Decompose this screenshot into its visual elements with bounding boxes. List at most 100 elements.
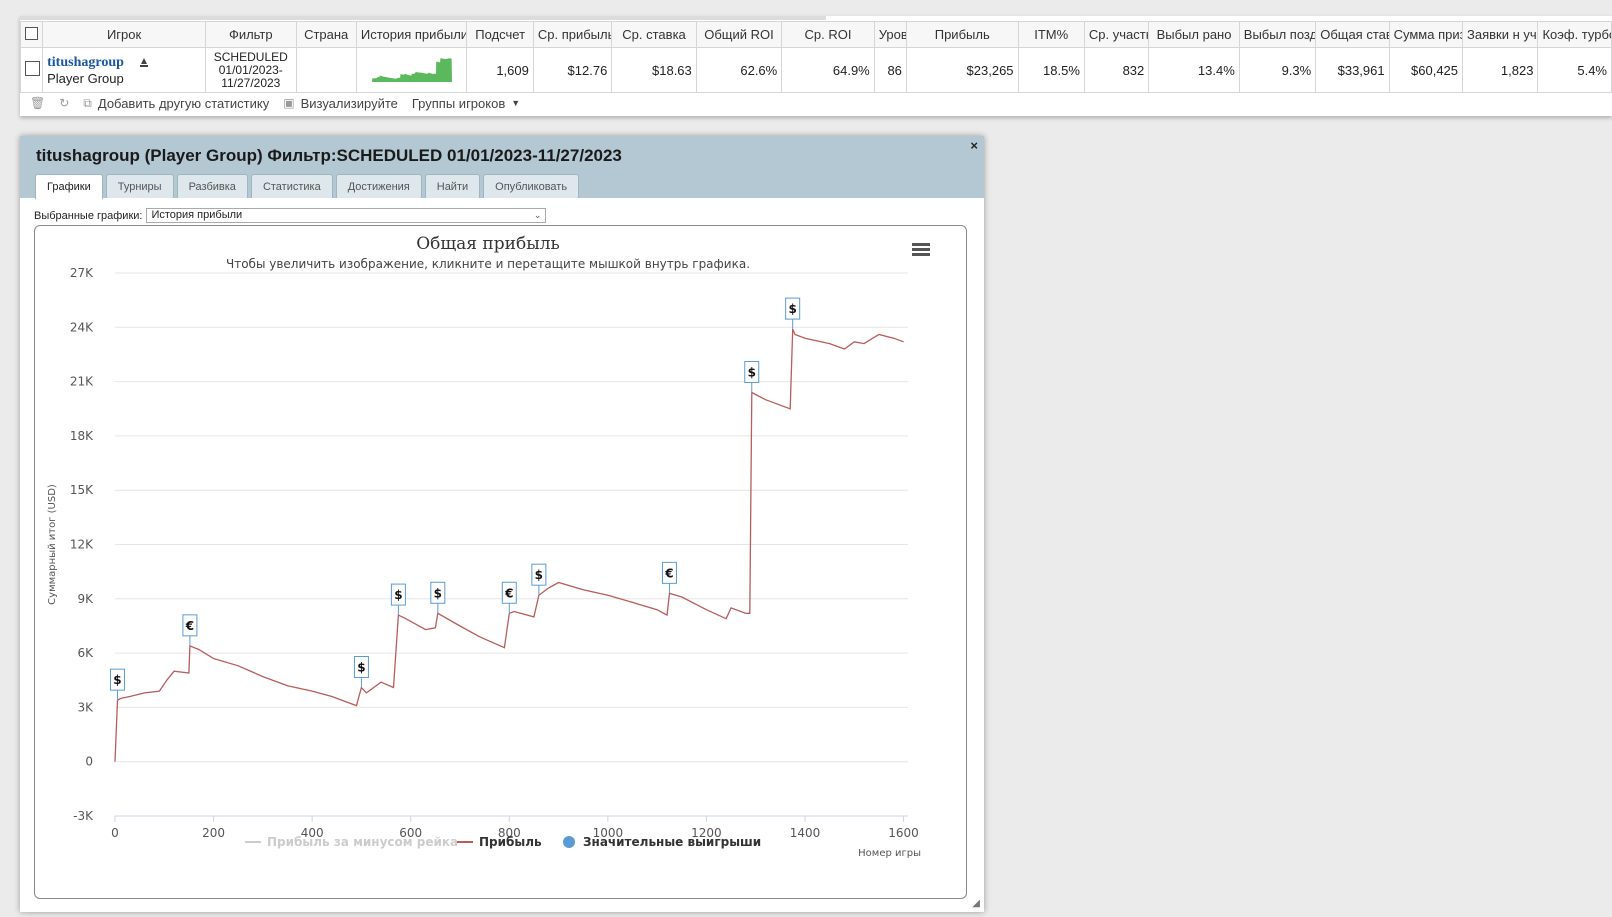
tab-find[interactable]: Найти — [424, 174, 481, 198]
total-stake-cell: $33,961 — [1315, 47, 1390, 93]
player-type: Player Group — [47, 70, 124, 86]
select-all-header[interactable] — [19, 21, 44, 48]
legend-item[interactable]: Прибыль за минусом рейка — [267, 835, 458, 849]
add-stats-button[interactable]: ⧉ Добавить другую статистику — [83, 96, 269, 111]
x-tick-label: 1400 — [790, 826, 821, 840]
visualize-button[interactable]: ▣ Визуализируйте — [283, 96, 398, 111]
row-checkbox-cell[interactable] — [19, 47, 44, 93]
top-divider — [20, 16, 826, 20]
col-header-itm[interactable]: ITM% — [1017, 21, 1085, 48]
col-header-country[interactable]: Страна — [295, 21, 357, 48]
y-tick-label: 6K — [77, 646, 94, 660]
legend-item[interactable]: Прибыль — [479, 835, 542, 849]
col-header-reentries[interactable]: Заявки н участие — [1462, 21, 1539, 48]
player-link[interactable]: titushagroup — [47, 55, 124, 71]
col-header-level[interactable]: Уровень — [873, 21, 907, 48]
trash-icon[interactable]: 🗑 — [30, 96, 45, 110]
total-roi-cell: 62.6% — [695, 47, 783, 93]
reentries-cell: 1,823 — [1462, 47, 1539, 93]
y-tick-label: 9K — [77, 592, 94, 606]
country-cell — [295, 47, 357, 93]
table-toolbar: 🗑 ↻ ⧉ Добавить другую статистику ▣ Визуа… — [20, 92, 1612, 114]
big-win-flag-label: $ — [434, 586, 442, 600]
turbo-cell: 5.4% — [1537, 47, 1612, 93]
big-win-flag-label: $ — [113, 673, 121, 687]
col-header-filter[interactable]: Фильтр — [205, 21, 297, 48]
chart-title: Общая прибыль — [416, 234, 560, 254]
add-stats-label: Добавить другую статистику — [97, 95, 270, 111]
big-win-flag-label: $ — [357, 660, 365, 674]
x-tick-label: 200 — [202, 826, 225, 840]
y-axis-title: Суммарный итог (USD) — [47, 484, 58, 605]
col-header-early-out[interactable]: Выбыл рано — [1148, 21, 1240, 48]
chart-selector-row: Выбранные графики: История прибыли ⌄ — [34, 208, 547, 223]
big-win-flag-label: € — [185, 619, 194, 633]
col-header-avg-roi[interactable]: Ср. ROI — [781, 21, 875, 48]
col-header-profit-history[interactable]: История прибыли — [355, 21, 468, 48]
y-tick-label: 27K — [70, 266, 94, 280]
avg-entrants-cell: 832 — [1083, 47, 1150, 93]
avg-stake-cell: $18.63 — [611, 47, 697, 93]
chart-container: Общая прибыль Чтобы увеличить изображение… — [34, 225, 967, 899]
avg-roi-cell: 64.9% — [781, 47, 875, 93]
legend-swatch — [563, 836, 575, 848]
col-header-avg-profit[interactable]: Ср. прибыль — [532, 21, 613, 48]
dialog-header[interactable]: titushagroup (Player Group) Фильтр:SCHED… — [20, 136, 984, 199]
y-tick-label: 12K — [70, 538, 94, 552]
col-header-avg-stake[interactable]: Ср. ставка — [611, 21, 697, 48]
tab-publish[interactable]: Опубликовать — [483, 174, 580, 198]
col-header-profit[interactable]: Прибыль — [905, 21, 1019, 48]
col-header-late-out[interactable]: Выбыл поздно — [1238, 21, 1317, 48]
filter-cell: SCHEDULED 01/01/2023-11/27/2023 — [205, 47, 297, 93]
x-tick-label: 1600 — [888, 826, 919, 840]
dialog-tabs: Графики Турниры Разбивка Статистика Дост… — [35, 174, 580, 199]
col-header-count[interactable]: Подсчет — [466, 21, 534, 48]
chart-dialog: titushagroup (Player Group) Фильтр:SCHED… — [20, 136, 984, 912]
col-header-player[interactable]: Игрок — [42, 21, 207, 48]
big-win-flag-label: € — [504, 586, 513, 600]
x-tick-label: 0 — [111, 826, 119, 840]
sparkline-area — [371, 57, 452, 82]
stats-table: Игрок Фильтр Страна История прибыли Подс… — [19, 21, 1612, 93]
group-icon — [139, 57, 148, 67]
stats-panel: Игрок Фильтр Страна История прибыли Подс… — [19, 16, 1612, 116]
col-header-total-roi[interactable]: Общий ROI — [695, 21, 783, 48]
col-header-avg-entrants[interactable]: Ср. участники — [1083, 21, 1150, 48]
tab-charts[interactable]: Графики — [35, 174, 103, 199]
tab-achievements[interactable]: Достижения — [335, 174, 422, 198]
dialog-title: titushagroup (Player Group) Фильтр:SCHED… — [36, 146, 622, 165]
visualize-label: Визуализируйте — [300, 95, 398, 111]
col-header-turbo[interactable]: Коэф. турбо — [1537, 21, 1612, 48]
profit-sparkline[interactable] — [371, 56, 452, 82]
chart-select[interactable]: История прибыли ⌄ — [146, 208, 547, 223]
chevron-down-icon: ⌄ — [533, 210, 542, 220]
copy-icon: ⧉ — [83, 95, 92, 110]
profit-history-cell — [355, 47, 468, 93]
tab-breakdown[interactable]: Разбивка — [176, 174, 248, 198]
close-icon[interactable]: × — [970, 138, 978, 153]
col-header-prize-sum[interactable]: Сумма призов — [1388, 21, 1464, 48]
table-header-row: Игрок Фильтр Страна История прибыли Подс… — [19, 21, 1612, 48]
refresh-icon[interactable]: ↻ — [59, 96, 69, 110]
big-win-flag-label: € — [664, 566, 673, 580]
y-tick-label: 3K — [77, 700, 94, 714]
tab-tournaments[interactable]: Турниры — [105, 174, 174, 198]
resize-handle-icon[interactable]: ◢ — [972, 898, 980, 909]
y-tick-label: 18K — [70, 429, 94, 443]
big-win-flag-label: $ — [788, 302, 796, 316]
col-header-total-stake[interactable]: Общая ставка — [1315, 21, 1390, 48]
caret-down-icon: ▼ — [511, 98, 521, 108]
player-groups-menu[interactable]: Группы игроков ▼ — [412, 96, 520, 111]
player-groups-label: Группы игроков — [411, 95, 506, 111]
profit-chart[interactable]: Общая прибыль Чтобы увеличить изображение… — [35, 226, 966, 898]
row-checkbox[interactable] — [25, 61, 40, 76]
avg-profit-cell: $12.76 — [532, 47, 613, 93]
y-tick-label: 21K — [70, 375, 94, 389]
select-all-checkbox[interactable] — [25, 26, 39, 40]
tab-statistics[interactable]: Статистика — [250, 174, 333, 198]
legend-item[interactable]: Значительные выигрыши — [583, 835, 761, 849]
hamburger-menu-icon[interactable] — [907, 238, 935, 260]
y-tick-label: 24K — [70, 320, 94, 334]
table-row: titushagroup Player Group SCHEDULED 01/0… — [19, 47, 1612, 93]
y-tick-label: -3K — [73, 809, 94, 823]
